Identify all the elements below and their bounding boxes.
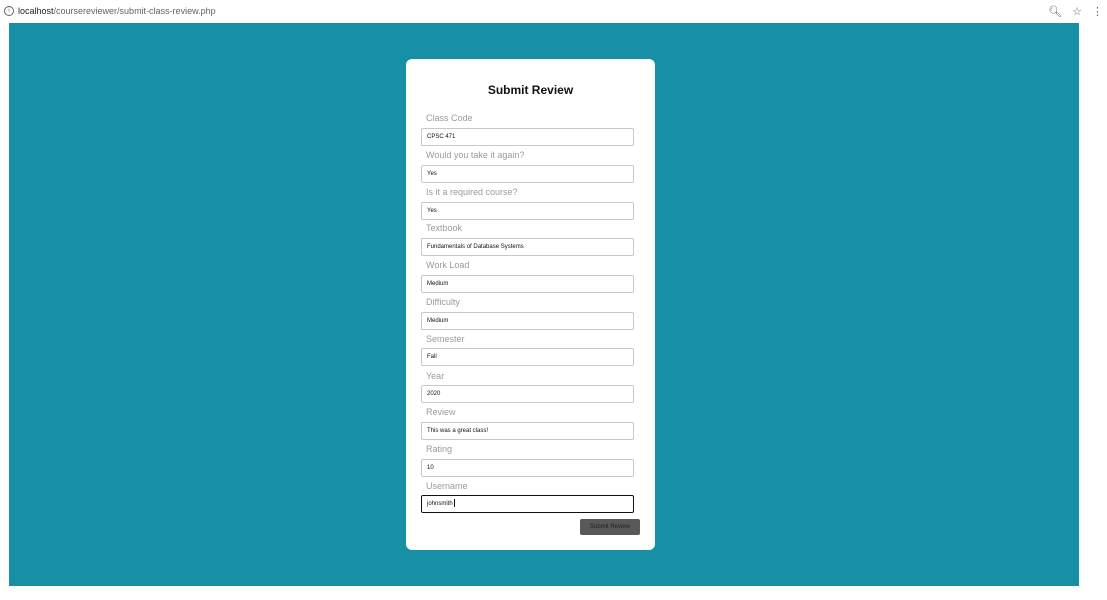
take-again-label: Would you take it again? [426,150,525,160]
star-icon[interactable]: ☆ [1072,5,1082,18]
info-icon[interactable]: i [4,6,14,16]
form-title: Submit Review [487,83,574,97]
rating-input[interactable]: 10 [421,459,634,477]
required-course-label: Is it a required course? [426,187,518,197]
url-host: localhost [18,6,54,16]
url-field[interactable]: i localhost/coursereviewer/submit-class-… [4,3,216,19]
required-course-input[interactable]: Yes [421,202,634,220]
take-again-input[interactable]: Yes [421,165,634,183]
class-code-input[interactable]: CPSC 471 [421,128,634,146]
review-input[interactable]: This was a great class! [421,422,634,440]
text-caret [453,499,455,508]
textbook-input[interactable]: Fundamentals of Database Systems [421,238,634,256]
semester-input[interactable]: Fall [421,348,634,366]
year-label: Year [426,371,445,381]
class-code-label: Class Code [426,113,473,123]
menu-icon[interactable]: ⋮ [1092,5,1103,18]
rating-label: Rating [426,444,453,454]
review-label: Review [426,407,456,417]
difficulty-input[interactable]: Medium [421,312,634,330]
page-background: Submit Review Class Code CPSC 471 Would … [9,23,1079,586]
username-label: Username [426,481,468,491]
browser-address-bar: i localhost/coursereviewer/submit-class-… [0,0,1107,22]
username-input[interactable]: johnsmith [421,495,634,513]
work-load-label: Work Load [426,260,470,270]
zoom-icon[interactable]: 🔍︎ [1048,5,1062,18]
work-load-input[interactable]: Medium [421,275,634,293]
submit-review-button[interactable]: Submit Review [580,519,640,535]
browser-actions: 🔍︎ ☆ ⋮ [1048,3,1103,19]
year-input[interactable]: 2020 [421,385,634,403]
username-value: johnsmith [427,501,453,507]
url-path: /coursereviewer/submit-class-review.php [53,6,216,16]
difficulty-label: Difficulty [426,297,460,307]
review-form-card: Submit Review Class Code CPSC 471 Would … [406,59,655,550]
semester-label: Semester [426,334,465,344]
textbook-label: Textbook [426,223,463,233]
